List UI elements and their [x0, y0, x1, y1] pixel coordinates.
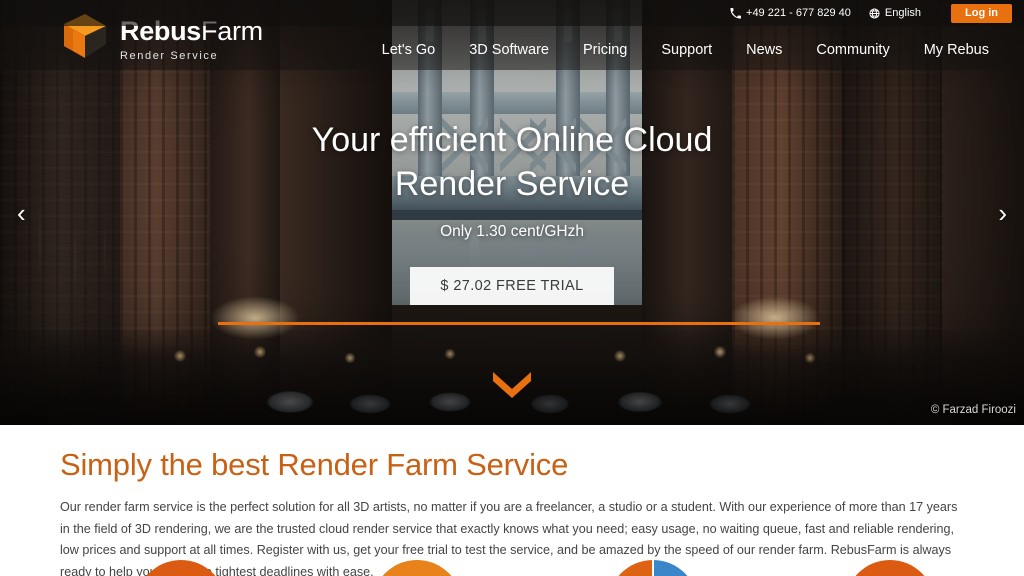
top-utility-bar: +49 221 - 677 829 40 English Log in — [0, 0, 1024, 26]
chevron-down-icon — [493, 372, 531, 402]
language-label: English — [884, 7, 921, 19]
feature-circle-2[interactable] — [372, 560, 462, 576]
carousel-next-button[interactable]: › — [998, 198, 1007, 229]
nav-item-pricing[interactable]: Pricing — [566, 36, 644, 64]
feature-icons-row — [0, 560, 1024, 576]
hero-divider — [218, 322, 820, 325]
nav-item-my-rebus[interactable]: My Rebus — [907, 36, 1006, 64]
nav-item-community[interactable]: Community — [799, 36, 906, 64]
scroll-down-button[interactable] — [493, 372, 531, 403]
nav-item-news[interactable]: News — [729, 36, 799, 64]
hero-headline: Your efficient Online Cloud Render Servi… — [311, 121, 713, 204]
feature-circle-3[interactable] — [608, 560, 698, 576]
page-root: +49 221 - 677 829 40 English Log in Rebu… — [0, 0, 1024, 576]
phone-contact[interactable]: +49 221 - 677 829 40 — [730, 7, 851, 19]
phone-number: +49 221 - 677 829 40 — [746, 7, 851, 19]
intro-section: Simply the best Render Farm Service Our … — [0, 425, 1024, 576]
logo-tagline: Render Service — [120, 50, 219, 62]
hero-subheadline: Only 1.30 cent/GHzh — [440, 223, 584, 241]
globe-icon — [869, 7, 880, 19]
login-button[interactable]: Log in — [951, 3, 1012, 23]
phone-icon — [730, 7, 742, 19]
main-navigation: Let's Go 3D Software Pricing Support New… — [365, 36, 1006, 64]
page-title: Simply the best Render Farm Service — [60, 447, 569, 482]
feature-circle-4[interactable] — [845, 560, 935, 576]
feature-circle-1[interactable] — [136, 560, 226, 576]
nav-item-lets-go[interactable]: Let's Go — [365, 36, 453, 64]
hero-content: Your efficient Online Cloud Render Servi… — [0, 118, 1024, 306]
language-selector[interactable]: English — [869, 7, 921, 19]
photo-credit: © Farzad Firoozi — [930, 404, 1016, 416]
free-trial-button[interactable]: $ 27.02 FREE TRIAL — [410, 267, 614, 306]
nav-item-support[interactable]: Support — [644, 36, 729, 64]
carousel-prev-button[interactable]: ‹ — [17, 198, 26, 229]
nav-item-3d-software[interactable]: 3D Software — [452, 36, 566, 64]
